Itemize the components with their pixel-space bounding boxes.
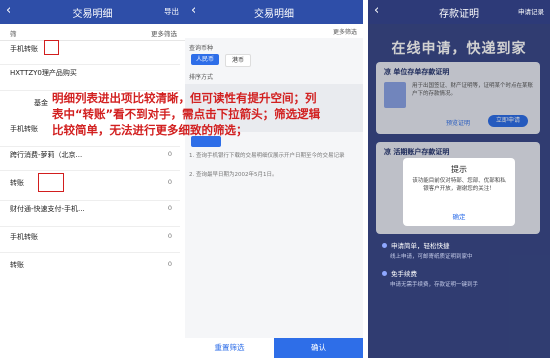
list-item-value: 0 bbox=[167, 232, 172, 240]
list-item-value: 0 bbox=[167, 204, 172, 212]
annotation-note: 明细列表进出项比较清晰，但可读性有提升空间；列表中“转账”看不到对手，需点击下拉… bbox=[52, 91, 321, 137]
list-item-label: 跨行消费-萝莉（北京... bbox=[10, 151, 83, 159]
sort-label: 排序方式 bbox=[189, 74, 214, 81]
filter-bar: 筛 更多筛选 bbox=[0, 24, 185, 41]
list-item-label: 手机转账 bbox=[10, 233, 38, 241]
apply-record-button[interactable]: 申请记录 bbox=[518, 6, 544, 16]
list-item[interactable]: 跨行消费-萝莉（北京... 0 bbox=[0, 146, 180, 171]
bullet-icon bbox=[382, 271, 387, 276]
export-button[interactable]: 导出 bbox=[164, 6, 179, 17]
feature-1-desc: 线上申请，可邮寄纸质证明到家中 bbox=[390, 254, 473, 260]
bullet-icon bbox=[382, 243, 387, 248]
currency-rmb-chip[interactable]: 人民币 bbox=[191, 54, 219, 65]
top-bar: ‹ 存款证明 申请记录 bbox=[368, 0, 550, 24]
dialog-title: 提示 bbox=[451, 165, 467, 174]
list-item-value: 0 bbox=[167, 150, 172, 158]
deposit-proof-panel: ‹ 存款证明 申请记录 在线申请，快递到家 凉 单位存单存款证明 用于出国签证、… bbox=[368, 0, 550, 358]
filter-left-label[interactable]: 筛 bbox=[10, 28, 17, 38]
currency-hkd-chip[interactable]: 港币 bbox=[225, 54, 251, 67]
top-bar: ‹ 交易明细 bbox=[185, 0, 363, 24]
list-item[interactable]: 财付通-快速支付-手机... 0 bbox=[0, 200, 180, 227]
reset-button[interactable]: 重置筛选 bbox=[185, 338, 274, 358]
list-item-label: 转账 bbox=[10, 179, 24, 187]
more-filter-label[interactable]: 更多筛选 bbox=[333, 27, 357, 36]
list-item-label: HXTTZY0理产品购买 bbox=[10, 69, 77, 77]
filter-note-2: 2. 查询最早日期为2002年5月1日。 bbox=[189, 172, 278, 178]
highlight-box bbox=[38, 173, 64, 192]
list-item-label: 手机转账 bbox=[10, 125, 38, 133]
list-item-label: 财付通-快速支付-手机... bbox=[10, 205, 85, 213]
feature-2: 免手续费 bbox=[382, 268, 417, 278]
list-item[interactable]: HXTTZY0理产品购买 bbox=[0, 64, 180, 91]
feature-1-title: 申请简单，轻松快捷 bbox=[391, 242, 450, 250]
list-item[interactable]: 手机转账 0 bbox=[0, 226, 180, 253]
list-item-label: 手机转账 bbox=[10, 45, 38, 53]
highlight-box bbox=[44, 40, 59, 55]
list-item-value: 0 bbox=[167, 260, 172, 268]
list-item[interactable]: 转账 0 bbox=[0, 170, 180, 201]
list-item-value: 0 bbox=[167, 178, 172, 186]
dialog-message: 该功能目前仅对特部、您部、优部和私银客户开放，谢谢您的关注！ bbox=[412, 178, 506, 192]
list-item[interactable]: 转账 0 bbox=[0, 252, 180, 282]
feature-1: 申请简单，轻松快捷 bbox=[382, 240, 450, 250]
feature-2-title: 免手续费 bbox=[391, 270, 417, 278]
page-title: 交易明细 bbox=[254, 9, 294, 20]
feature-2-desc: 申请无需手续费，存款证明一键到手 bbox=[390, 282, 479, 288]
list-item-label: 转账 bbox=[10, 261, 24, 269]
top-bar: ‹ 交易明细 导出 bbox=[0, 0, 185, 24]
currency-label: 查询币种 bbox=[189, 45, 214, 52]
filter-header: 更多筛选 bbox=[185, 24, 363, 38]
more-filter-button[interactable]: 更多筛选 bbox=[151, 28, 177, 38]
tip-dialog: 提示 该功能目前仅对特部、您部、优部和私银客户开放，谢谢您的关注！ 确定 bbox=[403, 158, 515, 226]
dialog-confirm-button[interactable]: 确定 bbox=[403, 211, 515, 221]
list-item[interactable]: 手机转账 bbox=[0, 40, 180, 65]
filter-panel: ‹ 交易明细 更多筛选 查询币种 人民币 港币 排序方式 1. 查询手机银行下载… bbox=[185, 0, 363, 358]
list-item-label: 基金 bbox=[34, 99, 48, 107]
confirm-button[interactable]: 确认 bbox=[274, 338, 363, 358]
filter-note-1: 1. 查询手机银行下载的交易明细仅展示开户日期至今的交易记录 bbox=[189, 153, 345, 159]
page-title: 交易明细 bbox=[72, 9, 113, 20]
transaction-list-panel: ‹ 交易明细 导出 筛 更多筛选 手机转账 HXTTZY0理产品购买 基金 手机… bbox=[0, 0, 186, 358]
